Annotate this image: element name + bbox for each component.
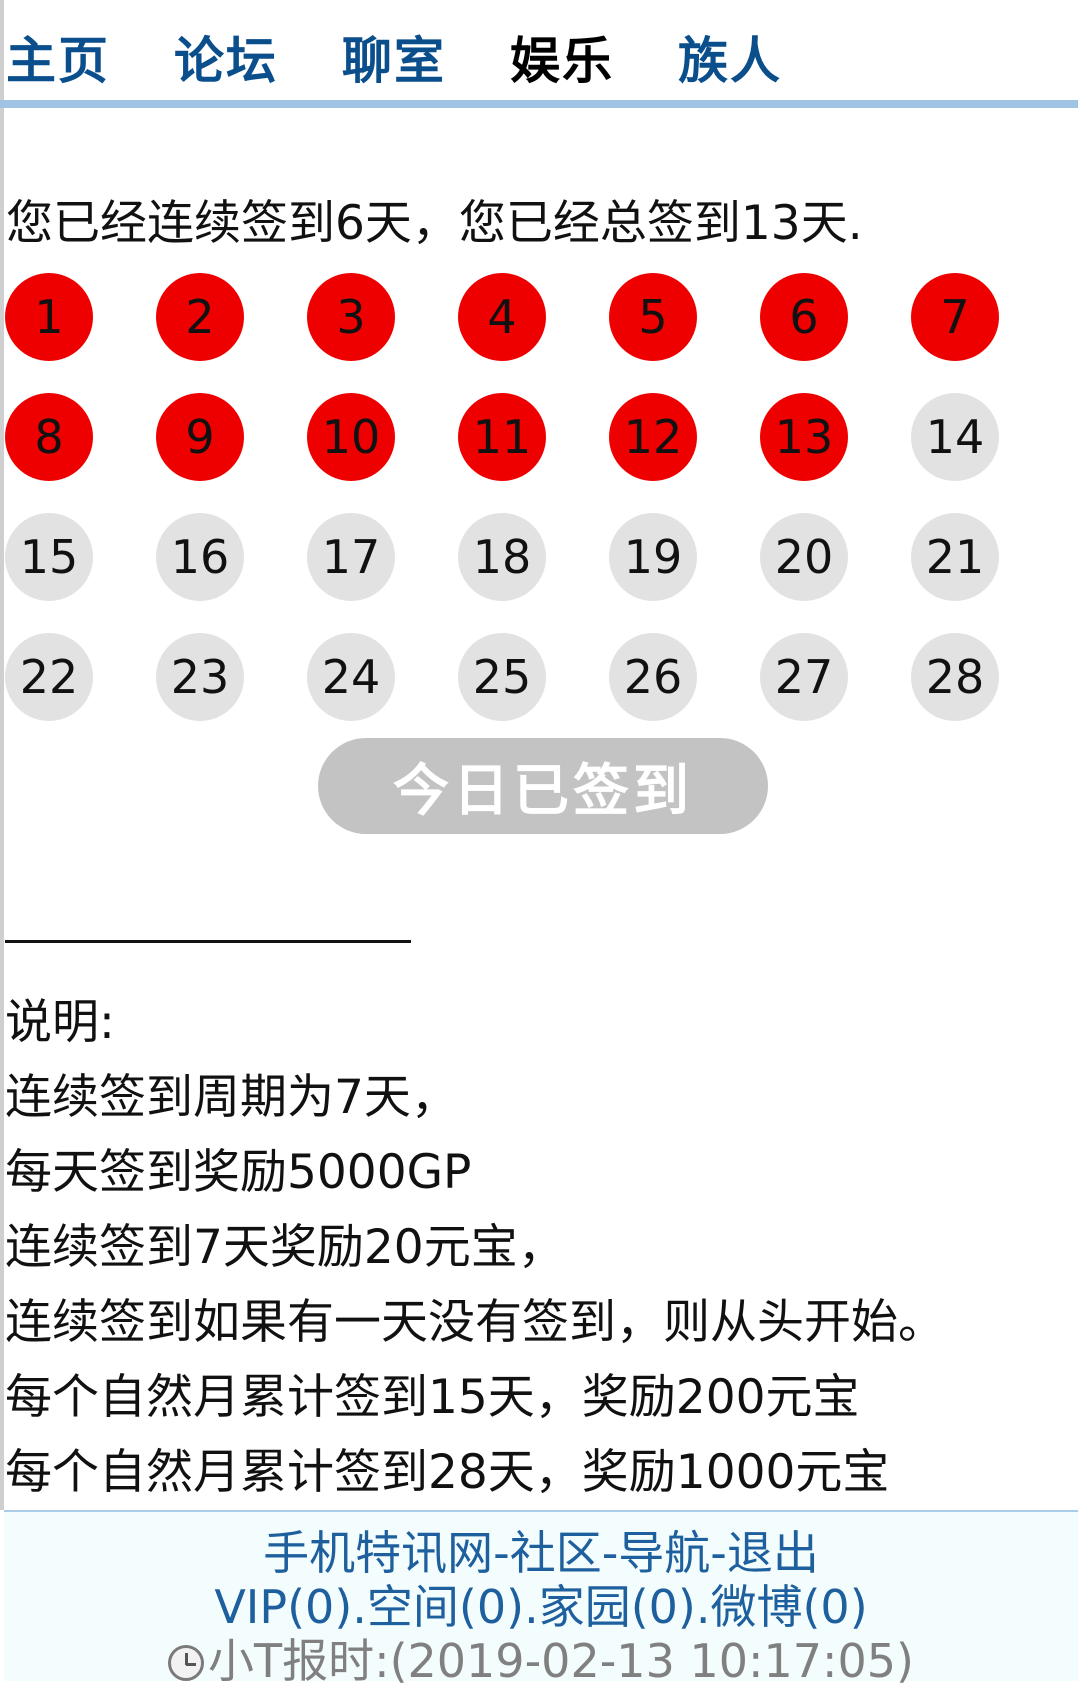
day-signed: 3 [307, 273, 395, 361]
day-signed: 2 [156, 273, 244, 361]
footer-link-navigation[interactable]: 导航 [618, 1526, 710, 1580]
day-unsigned: 14 [911, 393, 999, 481]
day-signed: 11 [458, 393, 546, 481]
footer-link-community[interactable]: 社区 [510, 1526, 602, 1580]
notes-line: 连续签到如果有一天没有签到，则从头开始。 [5, 1295, 945, 1350]
day-signed: 8 [5, 393, 93, 481]
footer-link-vip[interactable]: VIP(0) [214, 1580, 352, 1634]
nav-divider-bar [0, 100, 1078, 108]
notes-line: 每天签到奖励5000GP [5, 1145, 472, 1200]
day-signed: 13 [760, 393, 848, 481]
day-signed: 9 [156, 393, 244, 481]
top-nav: 主页 论坛 聊室 娱乐 族人 [6, 22, 846, 92]
day-unsigned: 19 [609, 513, 697, 601]
nav-clan[interactable]: 族人 [678, 21, 782, 93]
notes-line: 连续签到7天奖励20元宝， [5, 1220, 565, 1275]
signed-today-button[interactable]: 今日已签到 [318, 738, 768, 834]
report-time: 小T报时:(2019-02-13 10:17:05) [207, 1634, 915, 1688]
day-signed: 4 [458, 273, 546, 361]
rules-notes: 说明: 连续签到周期为7天， 每天签到奖励5000GP 连续签到7天奖励20元宝… [5, 985, 945, 1510]
day-unsigned: 21 [911, 513, 999, 601]
footer-time-row: 小T报时:(2019-02-13 10:17:05) [4, 1634, 1078, 1688]
day-signed: 12 [609, 393, 697, 481]
footer-sep: - [493, 1526, 510, 1580]
day-unsigned: 18 [458, 513, 546, 601]
checkin-summary: 您已经连续签到6天，您已经总签到13天. [6, 196, 863, 251]
footer-link-home[interactable]: 家园(0) [539, 1580, 696, 1634]
section-divider [5, 940, 411, 943]
clock-icon [167, 1645, 204, 1681]
day-unsigned: 16 [156, 513, 244, 601]
left-frame-border [0, 0, 4, 1510]
nav-home[interactable]: 主页 [6, 21, 110, 93]
notes-line: 每个自然月累计签到15天，奖励200元宝 [5, 1370, 860, 1425]
footer-link-site[interactable]: 手机特讯网 [263, 1526, 493, 1580]
day-unsigned: 20 [760, 513, 848, 601]
footer-links-row: 手机特讯网-社区-导航-退出 [4, 1526, 1078, 1580]
footer-link-weibo[interactable]: 微博(0) [710, 1580, 867, 1634]
notes-line: 每个自然月累计签到28天，奖励1000元宝 [5, 1445, 890, 1500]
footer-link-logout[interactable]: 退出 [727, 1526, 819, 1580]
nav-chat[interactable]: 聊室 [342, 21, 446, 93]
notes-line: 连续签到周期为7天， [5, 1070, 458, 1125]
footer: 手机特讯网-社区-导航-退出 VIP(0).空间(0).家园(0).微博(0) … [4, 1510, 1078, 1688]
day-unsigned: 28 [911, 633, 999, 721]
day-unsigned: 24 [307, 633, 395, 721]
footer-stats-row: VIP(0).空间(0).家园(0).微博(0) [4, 1580, 1078, 1634]
footer-sep: . [352, 1580, 367, 1634]
notes-title: 说明: [5, 995, 115, 1050]
day-signed: 1 [5, 273, 93, 361]
day-signed: 6 [760, 273, 848, 361]
footer-sep: - [710, 1526, 727, 1580]
day-unsigned: 17 [307, 513, 395, 601]
footer-sep: - [601, 1526, 619, 1580]
day-unsigned: 26 [609, 633, 697, 721]
day-signed: 10 [307, 393, 395, 481]
footer-link-space[interactable]: 空间(0) [367, 1580, 524, 1634]
footer-sep: . [695, 1580, 711, 1634]
day-unsigned: 25 [458, 633, 546, 721]
nav-forum[interactable]: 论坛 [174, 21, 278, 93]
day-unsigned: 27 [760, 633, 848, 721]
footer-sep: . [524, 1580, 539, 1634]
day-unsigned: 22 [5, 633, 93, 721]
day-unsigned: 23 [156, 633, 244, 721]
day-unsigned: 15 [5, 513, 93, 601]
day-signed: 5 [609, 273, 697, 361]
day-signed: 7 [911, 273, 999, 361]
nav-entertainment[interactable]: 娱乐 [510, 21, 614, 93]
